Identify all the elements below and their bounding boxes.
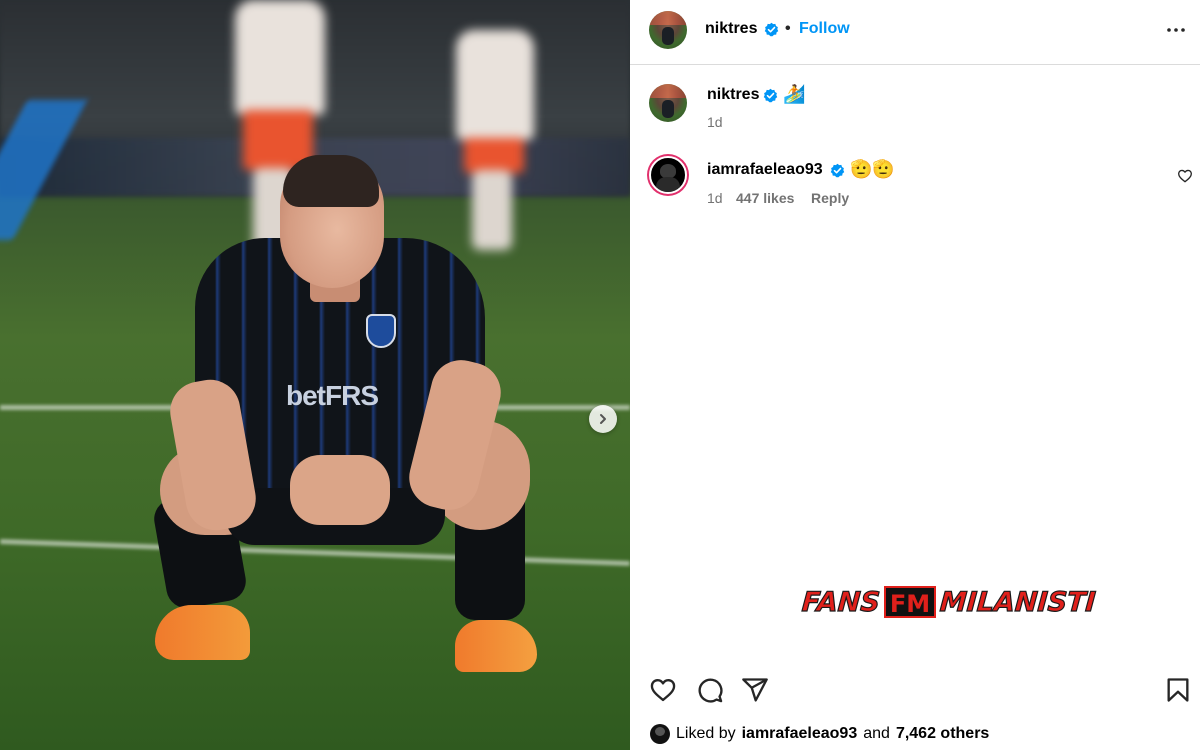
- liked-by-row: Liked by iamrafaeleao93 and 7,462 others: [650, 722, 989, 746]
- comment-time[interactable]: 1d: [707, 190, 723, 206]
- bookmark-icon[interactable]: [1164, 676, 1192, 704]
- caption-time[interactable]: 1d: [707, 114, 723, 130]
- header-separator: •: [785, 20, 791, 37]
- heart-icon[interactable]: [649, 676, 677, 704]
- verified-badge-icon: [763, 88, 778, 103]
- comment-like-heart-icon[interactable]: [1177, 168, 1193, 184]
- caption-author-avatar[interactable]: [649, 84, 687, 122]
- post-header: niktres • Follow: [630, 0, 1200, 65]
- comment-text: 🫡🫡: [850, 159, 895, 179]
- more-horizontal-icon[interactable]: [1164, 18, 1188, 42]
- author-avatar[interactable]: [649, 11, 687, 49]
- send-icon[interactable]: [741, 676, 769, 704]
- fansmilanisti-watermark: FANS FM MILANISTI: [800, 585, 1098, 619]
- liked-by-others[interactable]: 7,462 others: [896, 725, 989, 743]
- verified-badge-icon: [764, 22, 779, 37]
- chevron-right-icon: [600, 414, 606, 424]
- post-action-bar: [630, 672, 1200, 712]
- liked-by-prefix: Liked by: [676, 725, 736, 742]
- author-username[interactable]: niktres: [705, 20, 757, 38]
- jersey-sponsor: betFRS: [286, 380, 379, 411]
- post-photo: betFRS: [0, 0, 630, 750]
- caption-emoji: 🏄: [783, 84, 806, 104]
- boot-right: [455, 620, 537, 672]
- comment-likes-count[interactable]: 447 likes: [736, 190, 794, 206]
- commenter-avatar[interactable]: [649, 156, 687, 194]
- comment-icon[interactable]: [696, 676, 724, 704]
- next-photo-button[interactable]: [589, 405, 617, 433]
- liked-by-user[interactable]: iamrafaeleao93: [742, 725, 858, 743]
- watermark-box: FM: [883, 586, 937, 618]
- club-crest: [366, 314, 396, 348]
- boot-left: [155, 605, 250, 660]
- liker-avatar[interactable]: [650, 724, 670, 744]
- watermark-left: FANS: [800, 586, 881, 618]
- background-player: [450, 30, 540, 250]
- post-side-panel: niktres • Follow niktres 🏄 1d iamrafaele…: [630, 0, 1200, 750]
- verified-badge-icon: [830, 163, 845, 178]
- reply-button[interactable]: Reply: [811, 190, 849, 206]
- comment-username[interactable]: iamrafaeleao93: [707, 161, 823, 179]
- watermark-right: MILANISTI: [939, 586, 1098, 618]
- follow-button[interactable]: Follow: [799, 20, 850, 38]
- liked-by-and: and: [863, 725, 890, 742]
- caption-username[interactable]: niktres: [707, 86, 759, 104]
